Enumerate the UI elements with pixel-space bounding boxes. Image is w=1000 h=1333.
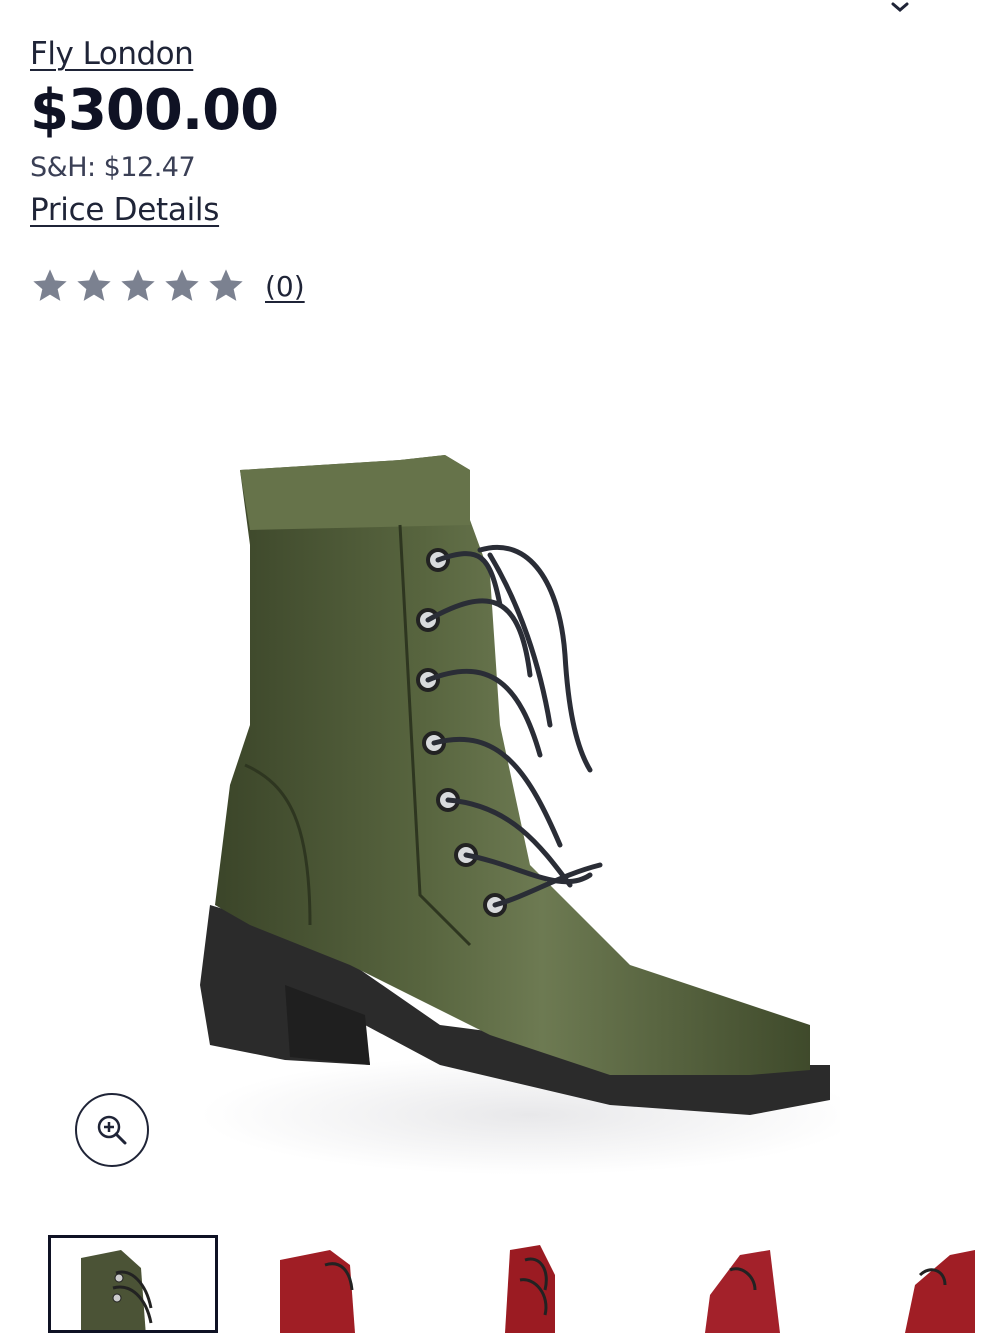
- review-count-link[interactable]: (0): [265, 270, 305, 303]
- thumbnail-olive-boot[interactable]: [48, 1235, 218, 1333]
- star-icon: [33, 269, 67, 301]
- thumbnail-image: [280, 1250, 355, 1333]
- star-icon: [121, 269, 155, 301]
- product-price: $300.00: [30, 78, 279, 143]
- chevron-down-icon[interactable]: [888, 0, 912, 14]
- price-details-link[interactable]: Price Details: [30, 192, 219, 228]
- thumbnail-strip: [0, 1235, 1000, 1333]
- thumbnail-red-boot-side[interactable]: [270, 1235, 410, 1333]
- zoom-button[interactable]: [75, 1093, 149, 1167]
- thumbnail-image: [705, 1250, 780, 1333]
- shipping-cost: S&H: $12.47: [30, 152, 196, 183]
- zoom-in-icon: [97, 1115, 127, 1145]
- star-icon: [209, 269, 243, 301]
- thumbnail-red-boot-back[interactable]: [900, 1235, 1000, 1333]
- thumbnail-image: [905, 1250, 975, 1333]
- star-rating[interactable]: [30, 266, 246, 306]
- thumbnail-image: [505, 1245, 555, 1333]
- brand-link[interactable]: Fly London: [30, 36, 194, 72]
- thumbnail-red-boot-angle[interactable]: [700, 1235, 810, 1333]
- product-image[interactable]: [190, 425, 840, 1190]
- thumbnail-red-boot-front[interactable]: [495, 1235, 605, 1333]
- star-icon: [165, 269, 199, 301]
- star-icon: [77, 269, 111, 301]
- thumbnail-image: [81, 1250, 153, 1330]
